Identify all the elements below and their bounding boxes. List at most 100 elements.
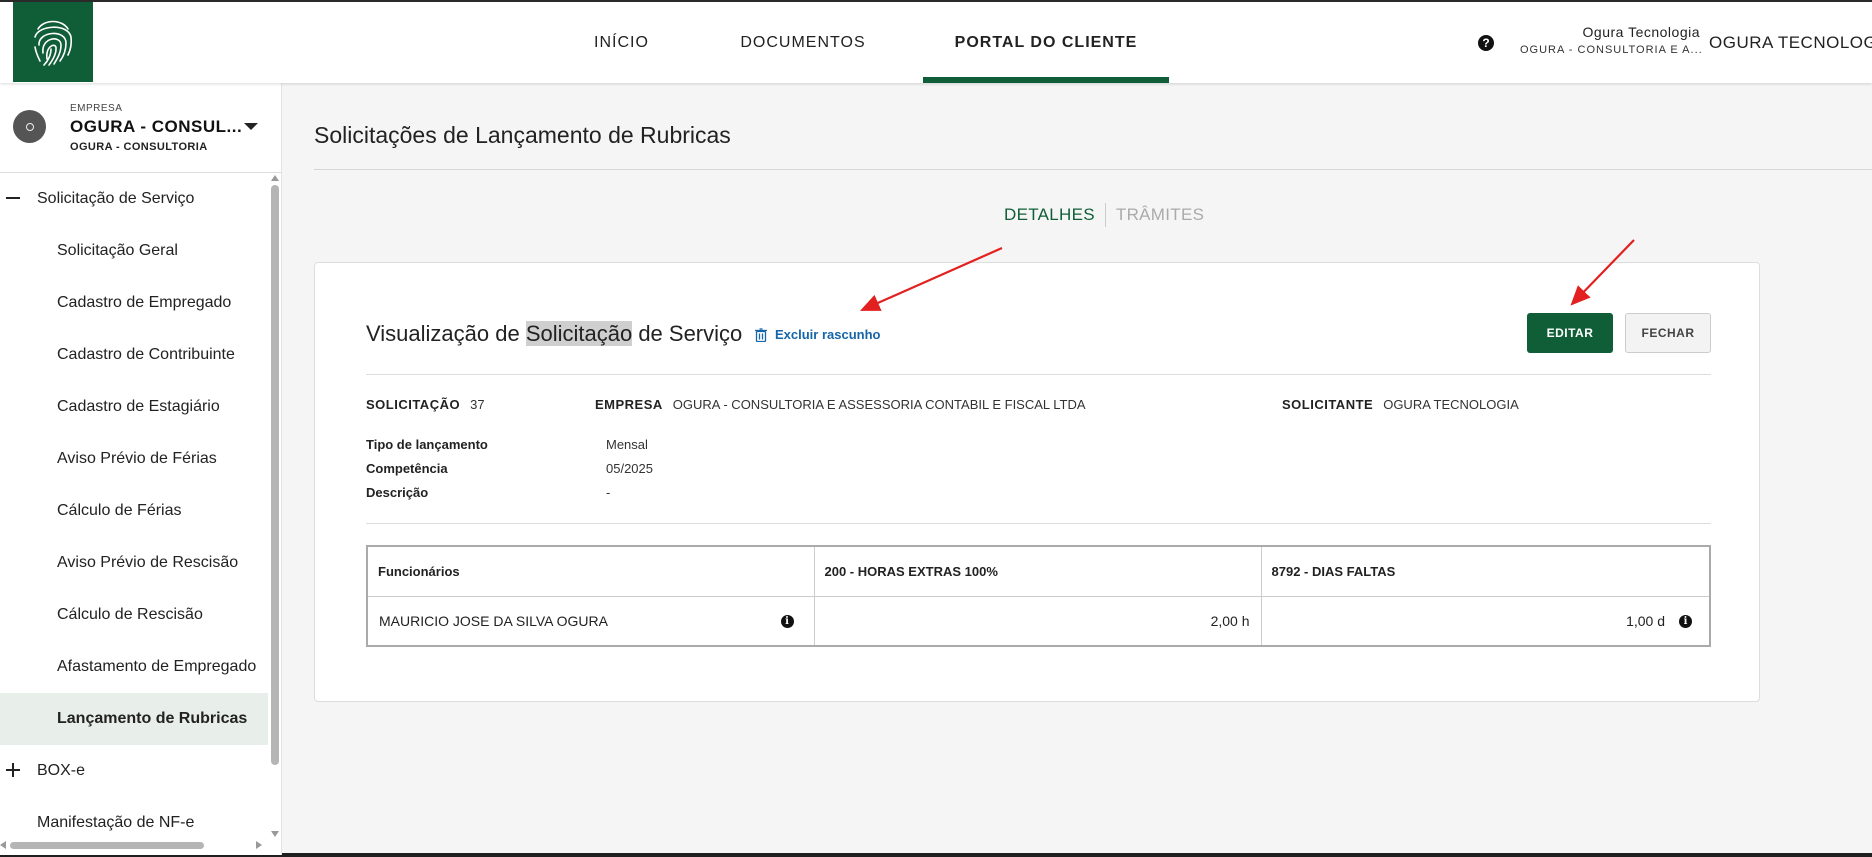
sidebar-item-lancamento-de-rubricas[interactable]: Lançamento de Rubricas: [0, 693, 268, 745]
sidebar-menu: Solicitação de Serviço Solicitação Geral…: [0, 173, 268, 849]
sidebar-item-label: Aviso Prévio de Férias: [57, 450, 217, 467]
sidebar-item-label: Cálculo de Rescisão: [57, 606, 203, 623]
solicitacao-value: 37: [470, 397, 485, 412]
card-title-end: de Serviço: [632, 321, 743, 346]
company-avatar: [13, 110, 46, 143]
empresa-label: EMPRESA: [595, 397, 663, 412]
sidebar-item-label: Manifestação de NF-e: [37, 814, 195, 831]
sidebar-item-label: BOX-e: [37, 762, 86, 779]
tipo-lancamento-label: Tipo de lançamento: [366, 437, 488, 452]
solicitacao-label: SOLICITAÇÃO: [366, 397, 461, 412]
scroll-up-icon[interactable]: [271, 175, 279, 181]
card-divider: [366, 523, 1711, 524]
horas-extras-value: 2,00 h: [1210, 612, 1250, 629]
nav-documentos[interactable]: DOCUMENTOS: [683, 2, 923, 83]
company-selector[interactable]: EMPRESA OGURA - CONSUL... OGURA - CONSUL…: [0, 83, 281, 173]
solicitante-label: SOLICITANTE: [1282, 397, 1374, 412]
cell-employee: MAURICIO JOSE DA SILVA OGURA i: [368, 596, 815, 645]
fingerprint-logo-icon[interactable]: [13, 2, 93, 82]
delete-draft-label: Excluir rascunho: [775, 327, 881, 342]
competencia-value: 05/2025: [606, 461, 653, 476]
dias-faltas-value: 1,00 d: [1626, 612, 1665, 629]
tab-tramites[interactable]: TRÂMITES: [1106, 205, 1204, 225]
sidebar-item-calculo-de-rescisao[interactable]: Cálculo de Rescisão: [0, 589, 268, 641]
tipo-lancamento-value: Mensal: [606, 437, 648, 452]
solicitante-value: OGURA TECNOLOGIA: [1383, 397, 1519, 412]
sidebar-item-aviso-previo-de-ferias[interactable]: Aviso Prévio de Férias: [0, 433, 268, 485]
sidebar-vertical-scrollbar[interactable]: [268, 175, 281, 837]
sidebar-item-afastamento-de-empregado[interactable]: Afastamento de Empregado: [0, 641, 268, 693]
card-title-highlight: Solicitação: [525, 321, 633, 346]
sidebar: EMPRESA OGURA - CONSUL... OGURA - CONSUL…: [0, 83, 282, 855]
scrollbar-thumb[interactable]: [10, 842, 204, 849]
app-frame: INÍCIO DOCUMENTOS PORTAL DO CLIENTE ? Og…: [0, 0, 1872, 855]
table-header-row: Funcionários 200 - HORAS EXTRAS 100% 879…: [368, 547, 1709, 597]
card-divider: [366, 374, 1711, 375]
company-subtitle: OGURA - CONSULTORIA: [70, 141, 208, 153]
caret-down-icon[interactable]: [244, 123, 258, 130]
empresa-info: EMPRESA OGURA - CONSULTORIA E ASSESSORIA …: [595, 397, 1086, 412]
scroll-right-icon[interactable]: [256, 841, 262, 849]
empresa-value: OGURA - CONSULTORIA E ASSESSORIA CONTABI…: [672, 397, 1086, 412]
nav-inicio[interactable]: INÍCIO: [560, 2, 683, 83]
employee-name: MAURICIO JOSE DA SILVA OGURA: [379, 612, 608, 629]
collapse-icon[interactable]: [6, 191, 20, 205]
card-title: Visualização de Solicitação de Serviço: [366, 321, 742, 347]
detail-tabs: DETALHES TRÂMITES: [1004, 203, 1204, 227]
table-row: MAURICIO JOSE DA SILVA OGURA i 2,00 h 1,…: [368, 596, 1709, 645]
top-header: INÍCIO DOCUMENTOS PORTAL DO CLIENTE ? Og…: [0, 2, 1872, 83]
request-card: Visualização de Solicitação de Serviço E…: [314, 262, 1760, 702]
close-button[interactable]: FECHAR: [1625, 313, 1711, 353]
solicitacao-info: SOLICITAÇÃO 37: [366, 397, 485, 412]
sidebar-item-cadastro-de-contribuinte[interactable]: Cadastro de Contribuinte: [0, 329, 268, 381]
page-title: Solicitações de Lançamento de Rubricas: [314, 122, 731, 148]
user-company: OGURA - CONSULTORIA E A...: [1520, 44, 1703, 56]
help-icon[interactable]: ?: [1478, 35, 1494, 51]
title-divider: [314, 169, 1872, 170]
rubricas-table: Funcionários 200 - HORAS EXTRAS 100% 879…: [366, 545, 1711, 647]
expand-icon[interactable]: [6, 763, 20, 777]
column-header-dias-faltas: 8792 - DIAS FALTAS: [1261, 547, 1709, 597]
cell-dias-faltas[interactable]: 1,00 d i: [1261, 596, 1709, 645]
sidebar-item-label: Solicitação de Serviço: [37, 190, 195, 207]
company-label: EMPRESA: [70, 103, 123, 114]
column-header-funcionarios: Funcionários: [368, 547, 815, 597]
sidebar-horizontal-scrollbar[interactable]: [0, 839, 268, 851]
sidebar-item-label: Afastamento de Empregado: [57, 658, 257, 675]
sidebar-item-label: Solicitação Geral: [57, 242, 178, 259]
scrollbar-thumb[interactable]: [271, 185, 279, 765]
sidebar-item-label: Cálculo de Férias: [57, 502, 182, 519]
card-title-start: Visualização de: [366, 321, 526, 346]
tab-detalhes[interactable]: DETALHES: [1004, 205, 1105, 225]
sidebar-item-calculo-de-ferias[interactable]: Cálculo de Férias: [0, 485, 268, 537]
scroll-left-icon[interactable]: [0, 841, 6, 849]
info-icon[interactable]: i: [780, 614, 794, 628]
scroll-down-icon[interactable]: [271, 831, 279, 837]
descricao-label: Descrição: [366, 485, 429, 500]
sidebar-item-label: Cadastro de Contribuinte: [57, 346, 235, 363]
nav-portal-do-cliente[interactable]: PORTAL DO CLIENTE: [923, 2, 1169, 83]
user-name: Ogura Tecnologia: [1582, 24, 1700, 40]
solicitante-info: SOLICITANTE OGURA TECNOLOGIA: [1282, 397, 1519, 412]
delete-draft-link[interactable]: Excluir rascunho: [755, 327, 880, 342]
info-icon[interactable]: i: [1679, 614, 1692, 628]
company-name: OGURA - CONSUL...: [70, 117, 243, 136]
cell-horas-extras[interactable]: 2,00 h: [814, 596, 1262, 645]
column-header-horas-extras: 200 - HORAS EXTRAS 100%: [814, 547, 1262, 597]
sidebar-item-cadastro-de-empregado[interactable]: Cadastro de Empregado: [0, 277, 268, 329]
sidebar-item-label: Cadastro de Empregado: [57, 294, 232, 311]
main-nav: INÍCIO DOCUMENTOS PORTAL DO CLIENTE: [560, 2, 1169, 83]
sidebar-item-cadastro-de-estagiario[interactable]: Cadastro de Estagiário: [0, 381, 268, 433]
trash-icon: [755, 327, 767, 342]
sidebar-item-box-e[interactable]: BOX-e: [0, 745, 268, 797]
sidebar-item-aviso-previo-de-rescisao[interactable]: Aviso Prévio de Rescisão: [0, 537, 268, 589]
descricao-value: -: [606, 485, 611, 500]
org-name[interactable]: OGURA TECNOLOGIA: [1709, 33, 1872, 53]
sidebar-item-label: Cadastro de Estagiário: [57, 398, 220, 415]
sidebar-item-label: Aviso Prévio de Rescisão: [57, 554, 239, 571]
edit-button[interactable]: EDITAR: [1527, 313, 1613, 353]
sidebar-item-solicitacao-geral[interactable]: Solicitação Geral: [0, 225, 268, 277]
sidebar-item-label: Lançamento de Rubricas: [57, 710, 248, 727]
sidebar-item-solicitacao-de-servico[interactable]: Solicitação de Serviço: [0, 173, 268, 225]
user-info[interactable]: Ogura Tecnologia OGURA - CONSULTORIA E A…: [1520, 24, 1703, 56]
